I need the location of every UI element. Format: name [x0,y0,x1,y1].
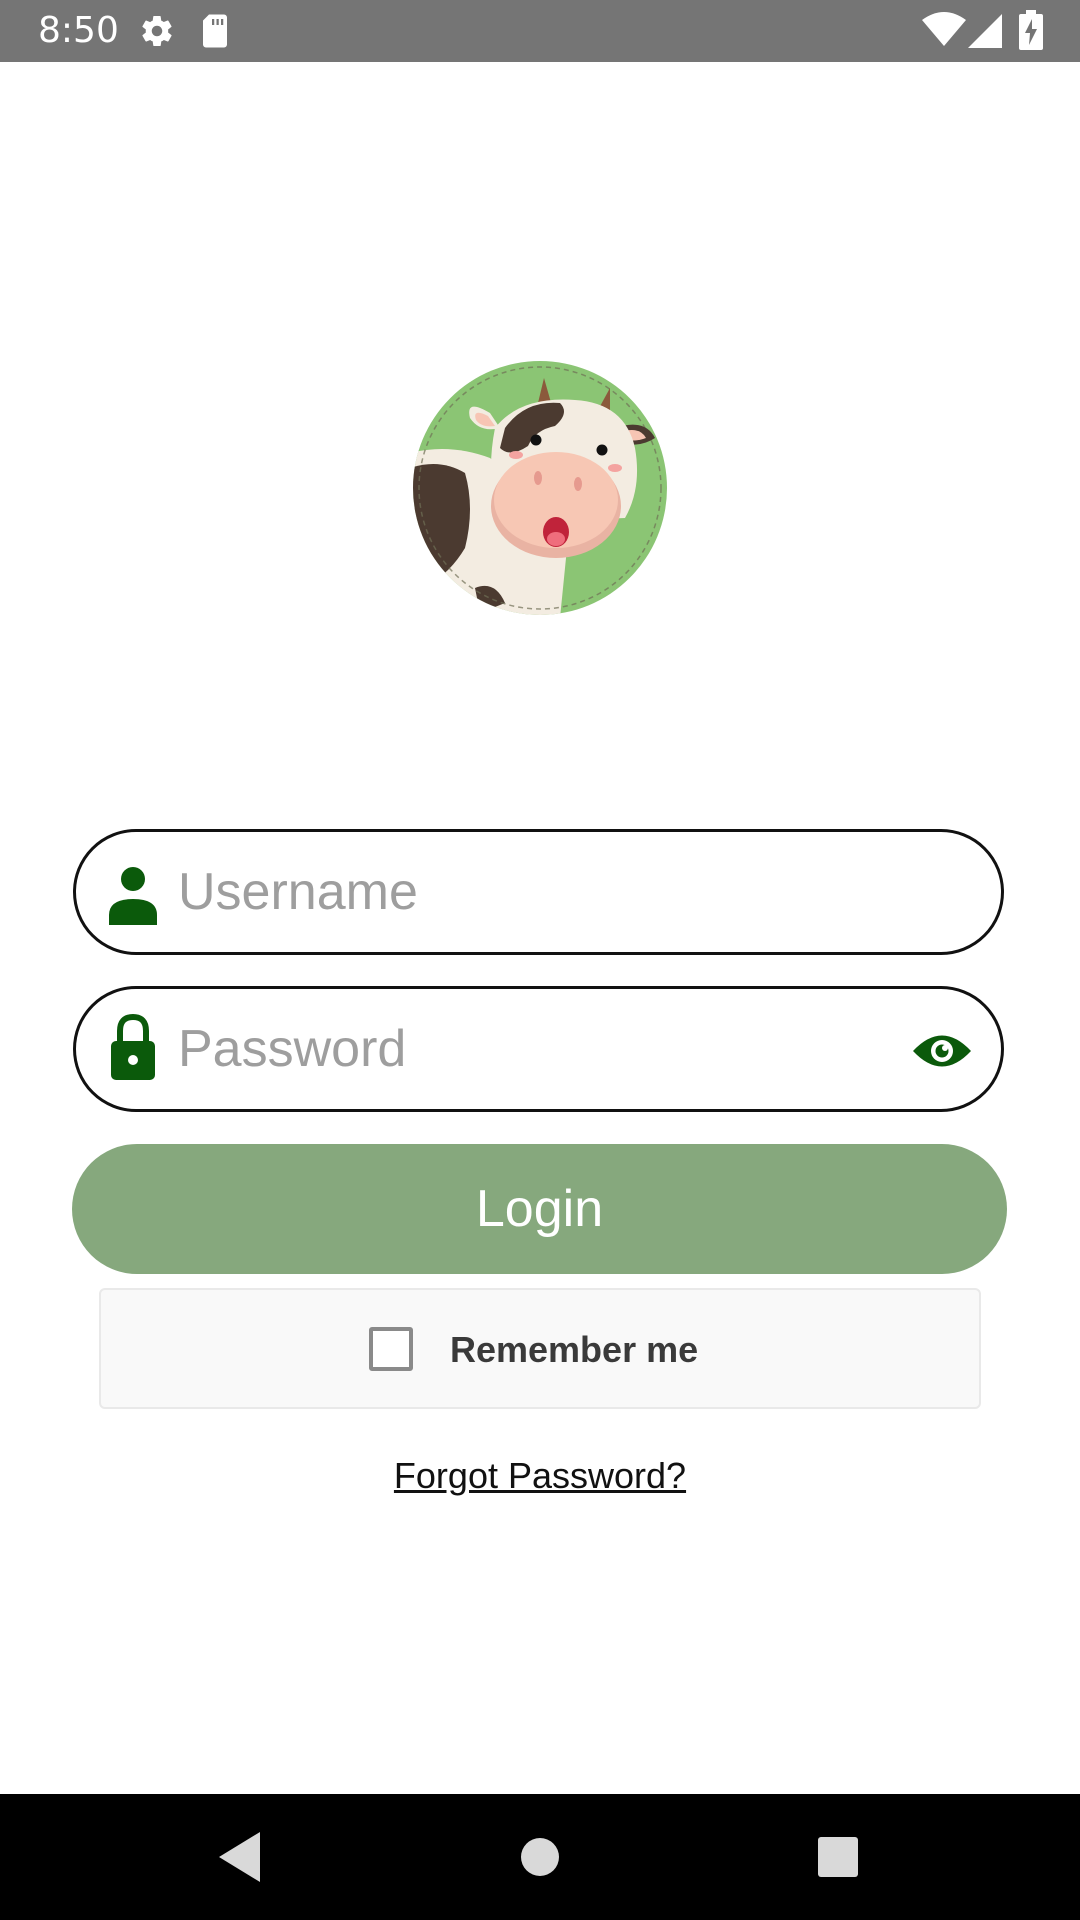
forgot-password-link[interactable]: Forgot Password? [0,1452,1080,1500]
status-time: 8:50 [38,10,119,51]
password-field[interactable] [73,986,1004,1112]
cell-signal-icon [968,14,1002,48]
wifi-icon [922,12,966,46]
eye-icon[interactable] [911,1026,973,1076]
username-field[interactable] [73,829,1004,955]
home-icon[interactable] [510,1827,570,1887]
remember-me-checkbox[interactable] [369,1327,413,1371]
status-bar: 8:50 [0,0,1080,62]
person-icon [109,867,157,925]
lock-icon [111,1013,155,1080]
remember-me-label[interactable]: Remember me [450,1326,698,1374]
login-button[interactable]: Login [72,1144,1007,1274]
back-icon[interactable] [210,1827,270,1887]
remember-me-row[interactable]: Remember me [99,1288,981,1409]
battery-charging-icon [1019,10,1043,50]
navigation-bar [0,1794,1080,1920]
settings-icon [142,16,172,47]
sd-card-icon [203,14,227,48]
cow-mascot-logo [413,361,667,615]
recents-icon[interactable] [808,1827,868,1887]
username-input[interactable] [178,850,738,934]
password-input[interactable] [178,1007,738,1091]
